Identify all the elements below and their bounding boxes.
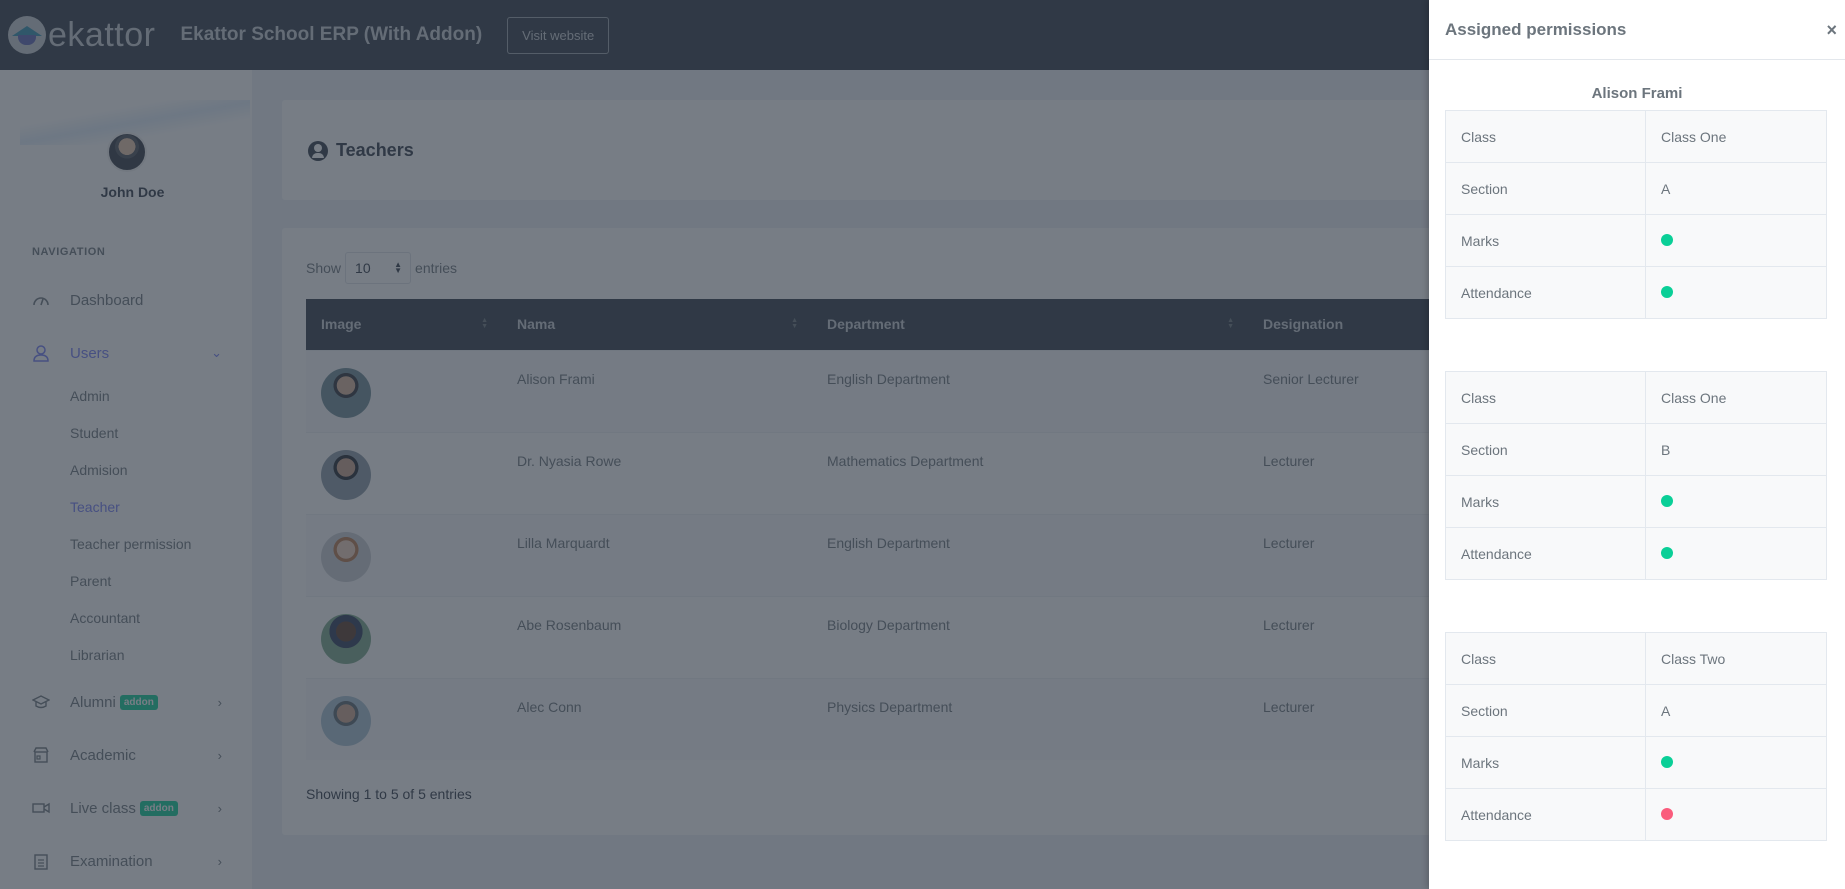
permission-row-marks: Marks [1445,214,1827,267]
permission-table: Class Class One Section B Marks Attendance [1445,371,1827,580]
permission-status [1645,527,1827,580]
permission-row-section: Section A [1445,162,1827,215]
permission-label: Marks [1445,736,1646,789]
permission-value: Class One [1645,371,1827,424]
permission-row-class: Class Class One [1445,371,1827,424]
permission-value: A [1645,684,1827,737]
permission-label: Section [1445,684,1646,737]
permission-label: Class [1445,371,1646,424]
permission-status [1645,214,1827,267]
permission-tables: Class Class One Section A Marks Attendance Cla… [1445,110,1829,841]
permission-status [1645,475,1827,528]
permission-value: A [1645,162,1827,215]
permission-row-attendance: Attendance [1445,527,1827,580]
permission-label: Attendance [1445,788,1646,841]
permission-table: Class Class One Section A Marks Attendance [1445,110,1827,319]
permission-label: Marks [1445,214,1646,267]
permission-status [1645,266,1827,319]
permission-status [1645,788,1827,841]
permission-label: Marks [1445,475,1646,528]
permission-row-attendance: Attendance [1445,788,1827,841]
permission-row-section: Section A [1445,684,1827,737]
drawer-body: Alison Frami Class Class One Section A Marks… [1429,85,1845,841]
permission-label: Attendance [1445,527,1646,580]
permission-label: Class [1445,632,1646,685]
permission-row-section: Section B [1445,423,1827,476]
permission-row-class: Class Class Two [1445,632,1827,685]
permission-row-marks: Marks [1445,736,1827,789]
granted-dot-icon [1661,233,1673,246]
permission-row-marks: Marks [1445,475,1827,528]
permission-table: Class Class Two Section A Marks Attendance [1445,632,1827,841]
permission-teacher-name: Alison Frami [1591,85,1683,102]
permission-row-class: Class Class One [1445,110,1827,163]
granted-dot-icon [1661,546,1673,559]
granted-dot-icon [1661,755,1673,768]
permission-status [1645,736,1827,789]
permission-label: Attendance [1445,266,1646,319]
assigned-permissions-drawer: Assigned permissions × Alison Frami Clas… [1429,0,1845,889]
permission-label: Section [1445,423,1646,476]
permission-label: Class [1445,110,1646,163]
granted-dot-icon [1661,285,1673,298]
permission-value: B [1645,423,1827,476]
permission-value: Class Two [1645,632,1827,685]
drawer-title: Assigned permissions [1445,19,1627,39]
close-icon[interactable]: × [1826,20,1837,41]
permission-row-attendance: Attendance [1445,266,1827,319]
permission-label: Section [1445,162,1646,215]
permission-value: Class One [1645,110,1827,163]
granted-dot-icon [1661,494,1673,507]
drawer-header: Assigned permissions × [1429,0,1845,60]
denied-dot-icon [1661,807,1673,820]
